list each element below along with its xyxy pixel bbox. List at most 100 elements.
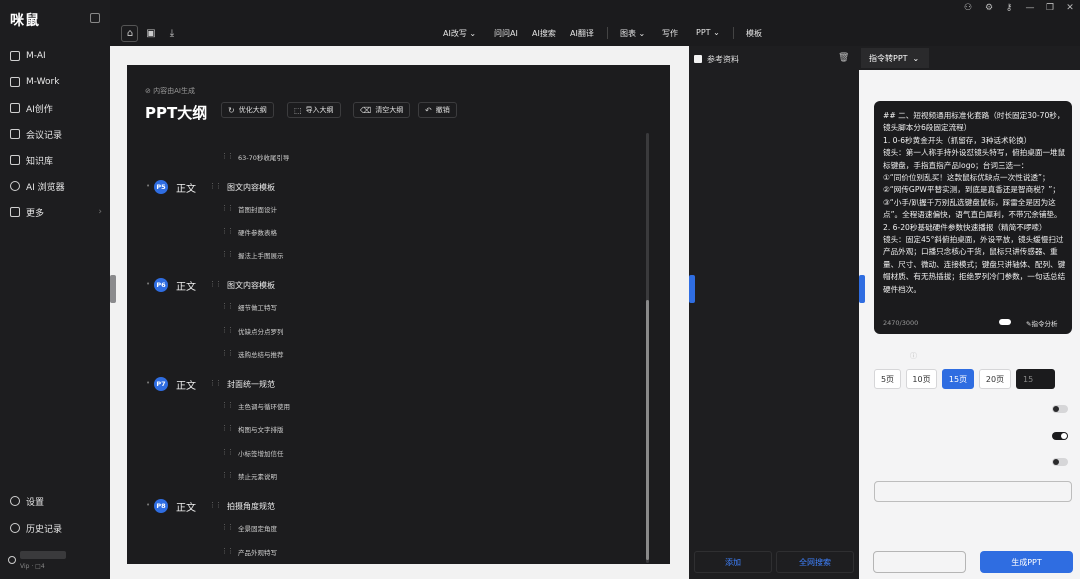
menu-template[interactable]: 模板 [746, 28, 762, 39]
drag-handle-icon[interactable]: ⋮⋮ [221, 471, 234, 479]
reference-panel-handle[interactable] [689, 275, 695, 303]
sidebar-item-history[interactable]: 历史记录 [10, 518, 102, 538]
sidebar-item-m-work[interactable]: M-Work [10, 72, 102, 92]
bullet-icon: • [146, 379, 151, 387]
prompt-text[interactable]: ## 二、短视频通用标准化套路（时长固定30-70秒，镜头脚本分6段固定流程） … [883, 110, 1066, 296]
sidebar-item-label: 知识库 [26, 156, 54, 167]
save-icon[interactable]: ▣ [144, 26, 158, 40]
import-outline-button[interactable]: ⬚ 导入大纲 [287, 102, 341, 118]
top-toolbar [110, 0, 1080, 46]
sidebar-item-settings[interactable]: 设置 [10, 491, 102, 511]
drag-handle-icon[interactable]: ⋮⋮ [221, 424, 234, 432]
menu-writing[interactable]: 写作 [662, 28, 678, 39]
menu-ask-ai[interactable]: 问问AI [494, 28, 518, 39]
sidebar-collapse-icon[interactable] [90, 13, 100, 23]
char-count: 2470/3000 [883, 319, 919, 327]
drag-handle-icon[interactable]: ⋮⋮ [221, 523, 234, 531]
generate-ppt-button[interactable]: 生成PPT [980, 551, 1073, 573]
custom-page-input[interactable]: 15 [1016, 369, 1055, 389]
page-option-5[interactable]: 5页 [874, 369, 901, 389]
outline-item[interactable]: 硬件参数表格 [238, 227, 277, 237]
gear-icon[interactable]: ⚙ [983, 3, 995, 15]
chat-icon [10, 51, 20, 61]
outline-item[interactable]: 产品外观特写 [238, 547, 277, 557]
outline-item[interactable]: 主色调与循环使用 [238, 401, 290, 411]
drag-handle-icon[interactable]: ⋮⋮ [221, 448, 234, 456]
outline-scrollbar-thumb[interactable] [646, 300, 649, 560]
download-icon[interactable]: ⤓ [165, 26, 179, 40]
sidebar-item-ai-create[interactable]: AI创作 [10, 98, 102, 118]
option-toggle-1[interactable] [1052, 405, 1068, 413]
reference-checkbox[interactable] [694, 55, 702, 63]
drag-handle-icon[interactable]: ⋮⋮ [221, 204, 234, 212]
clear-outline-button[interactable]: ⌫ 清空大纲 [353, 102, 411, 118]
optimize-outline-button[interactable]: ↻ 优化大纲 [221, 102, 274, 118]
outline-item[interactable]: 禁止元素说明 [238, 471, 277, 481]
menu-ai-search[interactable]: AI搜索 [532, 28, 556, 39]
analyze-command-button[interactable]: ✎指令分析 [1026, 318, 1057, 328]
outline-item[interactable]: 优缺点分点罗列 [238, 326, 284, 336]
section-title[interactable]: 拍摄角度规范 [227, 501, 275, 512]
outline-item[interactable]: 首图封面设计 [238, 204, 277, 214]
prompt-toggle[interactable] [999, 319, 1011, 325]
section-title[interactable]: 封面统一规范 [227, 379, 275, 390]
sidebar-item-label: 更多 [26, 208, 45, 219]
info-icon[interactable]: ⓘ [910, 351, 917, 361]
menu-ai-translate[interactable]: AI翻译 [570, 28, 594, 39]
drag-handle-icon[interactable]: ⋮⋮ [209, 182, 222, 190]
menu-chart[interactable]: 图表 ⌄ [620, 28, 645, 39]
outline-item[interactable]: 小标签增加信任 [238, 448, 284, 458]
menu-ai-rewrite[interactable]: AI改写 ⌄ [443, 28, 476, 39]
section-title[interactable]: 图文内容模板 [227, 280, 275, 291]
menu-ppt[interactable]: PPT ⌄ [696, 28, 720, 37]
option-toggle-3[interactable] [1052, 458, 1068, 466]
drag-handle-icon[interactable]: ⋮⋮ [209, 379, 222, 387]
sidebar-item-browser[interactable]: AI 浏览器 [10, 176, 102, 196]
sidebar-item-meeting[interactable]: 会议记录 [10, 124, 102, 144]
drag-handle-icon[interactable]: ⋮⋮ [221, 152, 234, 160]
trash-icon[interactable]: 🗑 [838, 53, 849, 63]
sidebar-item-label: 历史记录 [26, 524, 63, 535]
outline-item[interactable]: 选购总结与推荐 [238, 349, 284, 359]
sidebar-item-knowledge[interactable]: 知识库 [10, 150, 102, 170]
right-panel-handle[interactable] [859, 275, 865, 303]
section-title[interactable]: 图文内容模板 [227, 182, 275, 193]
undo-button[interactable]: ↶ 撤销 [418, 102, 457, 118]
page-option-10[interactable]: 10页 [906, 369, 937, 389]
key-icon[interactable]: ⚷ [1003, 3, 1015, 15]
add-reference-button[interactable]: 添加 [694, 551, 772, 573]
sidebar-item-more[interactable]: 更多 › [10, 202, 102, 222]
drag-handle-icon[interactable]: ⋮⋮ [209, 501, 222, 509]
outline-item[interactable]: 构图与文字排版 [238, 424, 284, 434]
drag-handle-icon[interactable]: ⋮⋮ [221, 227, 234, 235]
web-search-button[interactable]: 全网搜索 [776, 551, 854, 573]
user-icon[interactable]: ⚇ [962, 3, 974, 15]
page-option-20[interactable]: 20页 [979, 369, 1011, 389]
outline-item[interactable]: 63-70秒收尾引导 [238, 152, 289, 162]
drag-handle-icon[interactable]: ⋮⋮ [221, 302, 234, 310]
minimize-icon[interactable]: — [1024, 3, 1036, 15]
user-meta: Vip · □4 [20, 563, 45, 570]
secondary-button[interactable] [873, 551, 966, 573]
drag-handle-icon[interactable]: ⋮⋮ [221, 250, 234, 258]
user-icon[interactable] [8, 556, 16, 564]
sidebar-item-m-ai[interactable]: M-AI [10, 46, 102, 66]
tab-command-to-ppt[interactable]: 指令转PPT ⌄ [861, 48, 929, 68]
menu-divider [733, 27, 734, 39]
drag-handle-icon[interactable]: ⋮⋮ [221, 401, 234, 409]
outline-item[interactable]: 细节做工特写 [238, 302, 277, 312]
left-panel-handle[interactable] [110, 275, 116, 303]
page-option-15[interactable]: 15页 [942, 369, 974, 389]
drag-handle-icon[interactable]: ⋮⋮ [221, 326, 234, 334]
outline-item[interactable]: 握法上手图展示 [238, 250, 284, 260]
sidebar-item-label: M-Work [26, 77, 60, 87]
drag-handle-icon[interactable]: ⋮⋮ [221, 547, 234, 555]
extra-requirement-input[interactable] [874, 481, 1072, 502]
reference-panel [689, 46, 859, 579]
option-toggle-2[interactable] [1052, 432, 1068, 440]
drag-handle-icon[interactable]: ⋮⋮ [209, 280, 222, 288]
restore-icon[interactable]: ❐ [1044, 3, 1056, 15]
close-icon[interactable]: ✕ [1064, 3, 1076, 15]
drag-handle-icon[interactable]: ⋮⋮ [221, 349, 234, 357]
outline-item[interactable]: 全景固定角度 [238, 523, 277, 533]
